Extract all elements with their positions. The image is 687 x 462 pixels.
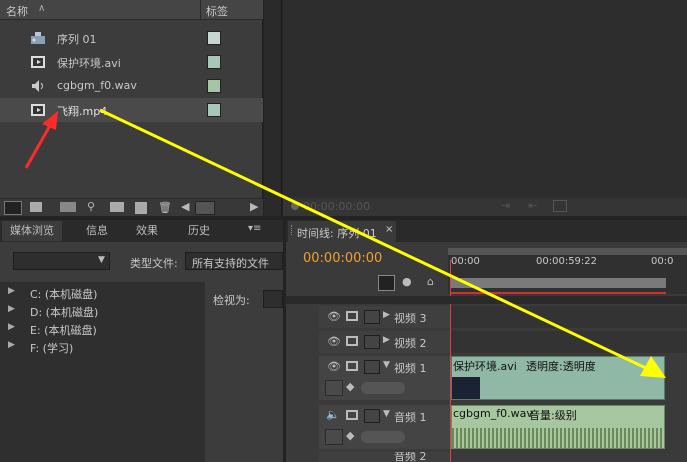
- yellow-drag-arrow: [99, 108, 666, 378]
- annotation-overlay: [24, 108, 666, 378]
- red-annotation-arrow: [24, 111, 58, 169]
